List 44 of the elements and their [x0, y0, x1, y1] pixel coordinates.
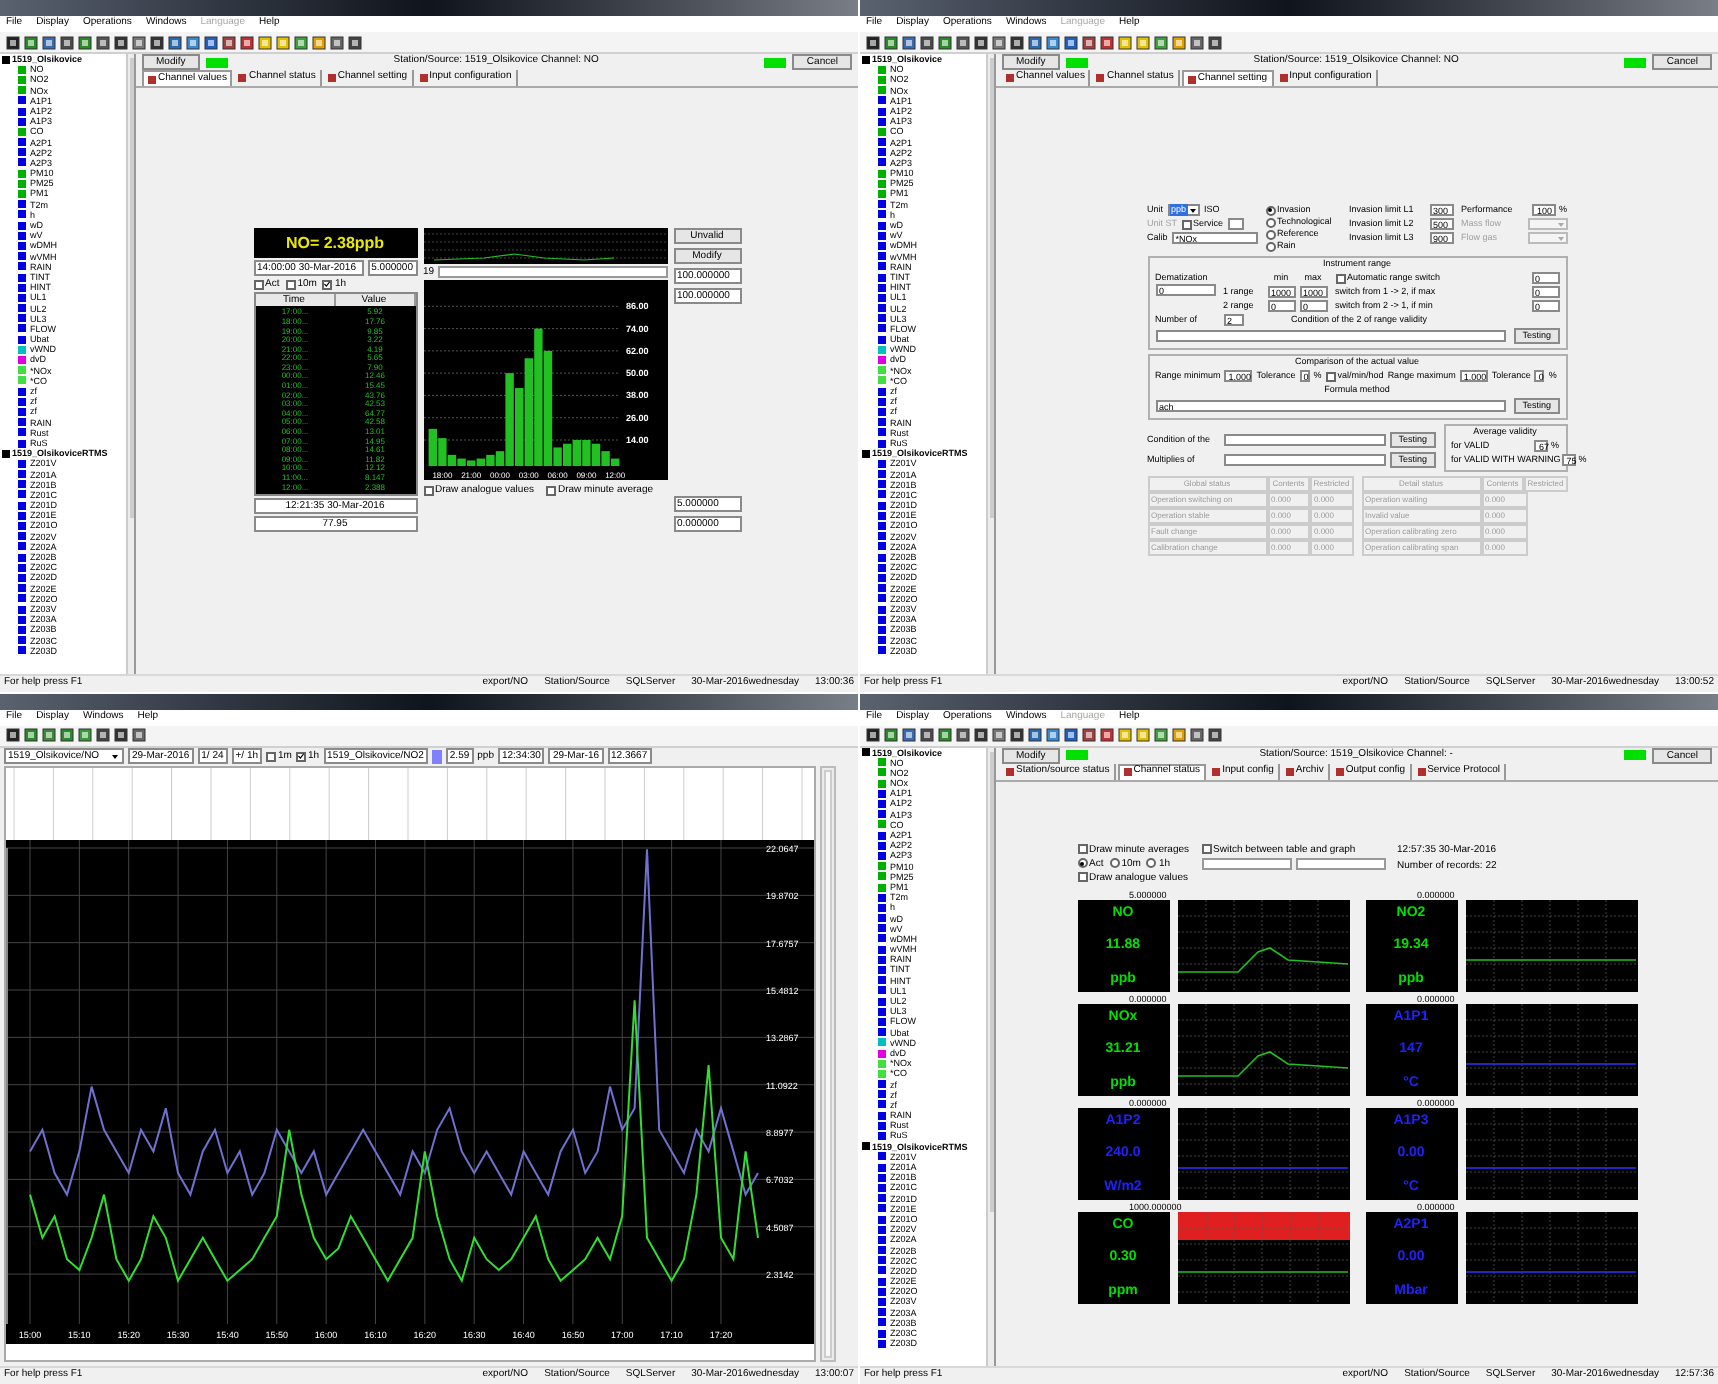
- value-display: NO= 2.38ppb: [253, 228, 417, 259]
- input-field[interactable]: [1223, 434, 1387, 447]
- status-indicator: [1624, 57, 1647, 67]
- checkbox[interactable]: [1335, 273, 1345, 284]
- station-icon: [862, 449, 870, 458]
- checkbox[interactable]: [423, 485, 433, 496]
- scrollbar[interactable]: [126, 54, 134, 673]
- radio-button[interactable]: [1109, 858, 1120, 869]
- radio-button[interactable]: [1265, 229, 1275, 240]
- radio-button[interactable]: [1265, 205, 1275, 216]
- checkbox[interactable]: [295, 751, 306, 761]
- radio-button[interactable]: [1265, 217, 1275, 228]
- checkbox[interactable]: [285, 279, 296, 290]
- status-indicator: [1065, 57, 1088, 67]
- checkbox[interactable]: [322, 279, 333, 290]
- checkbox[interactable]: [1325, 371, 1336, 382]
- caret-icon: [1188, 205, 1199, 216]
- radio-button[interactable]: [1077, 858, 1087, 869]
- scrollbar[interactable]: [986, 747, 994, 1366]
- status-indicator: [1065, 750, 1088, 760]
- status-indicator: [205, 57, 228, 67]
- station-icon: [862, 55, 870, 64]
- station-icon: [862, 748, 870, 757]
- scrollbar[interactable]: [986, 54, 994, 673]
- checkbox[interactable]: [1181, 219, 1192, 230]
- radio-button[interactable]: [1146, 858, 1157, 869]
- station-icon: [862, 1142, 870, 1151]
- station-icon: [2, 449, 10, 458]
- scrollbar[interactable]: [820, 765, 836, 1362]
- checkbox[interactable]: [253, 279, 263, 290]
- status-indicator: [764, 57, 787, 67]
- input-field[interactable]: [1223, 454, 1387, 467]
- input-field[interactable]: [1227, 218, 1244, 231]
- checkbox[interactable]: [1201, 844, 1212, 855]
- radio-button[interactable]: [1265, 241, 1275, 252]
- checkbox[interactable]: [1077, 844, 1087, 855]
- status-indicator: [1624, 750, 1647, 760]
- slider-track[interactable]: [438, 266, 667, 279]
- station-icon: [2, 55, 10, 64]
- checkbox[interactable]: [1077, 872, 1087, 883]
- input-field[interactable]: [1155, 330, 1507, 343]
- checkbox[interactable]: [545, 485, 556, 496]
- checkbox[interactable]: [266, 751, 277, 761]
- caret-icon: [110, 751, 120, 761]
